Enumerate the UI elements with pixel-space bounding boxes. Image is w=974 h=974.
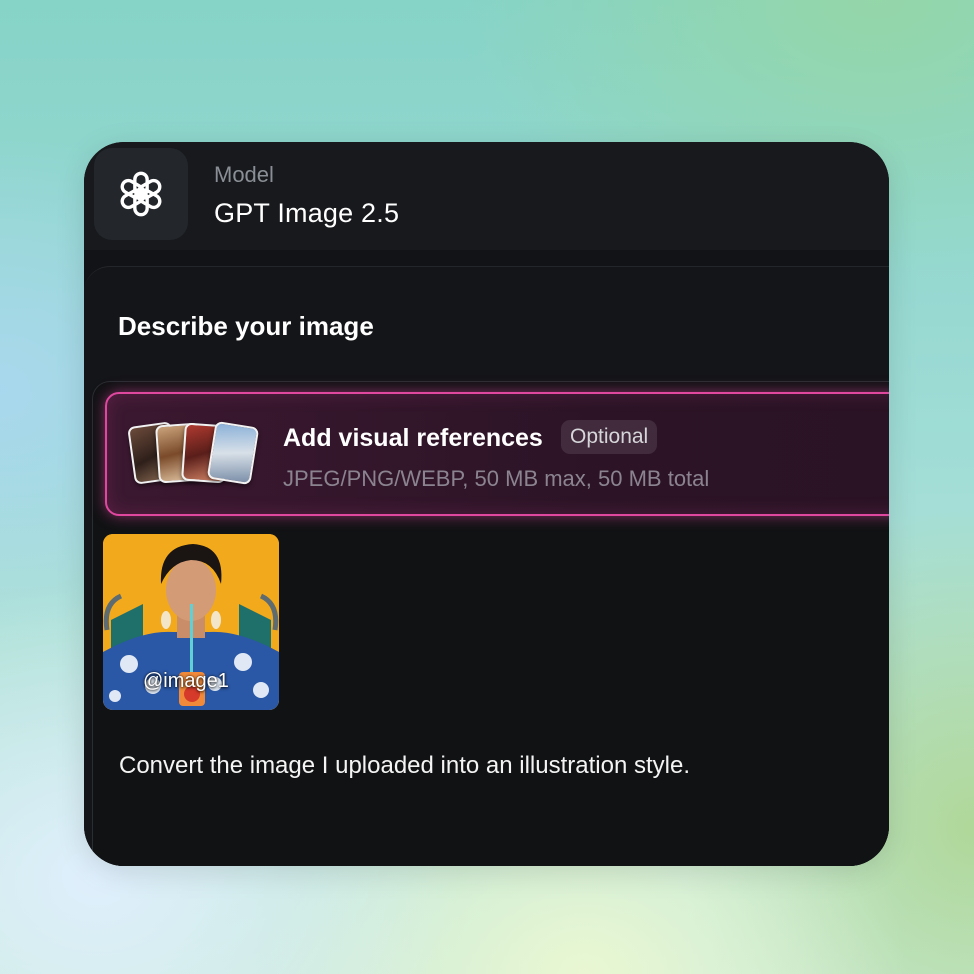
- reference-thumbnails: [127, 420, 271, 486]
- prompt-box: Add visual references Optional JPEG/PNG/…: [92, 381, 889, 866]
- prompt-panel: Describe your image Add visual reference…: [84, 266, 889, 866]
- model-header[interactable]: Model GPT Image 2.5: [84, 142, 889, 250]
- model-label: Model: [214, 162, 274, 187]
- optional-badge: Optional: [561, 420, 658, 454]
- openai-logo-icon: [94, 148, 188, 240]
- model-card: Model GPT Image 2.5 Describe your image …: [84, 142, 889, 866]
- reference-thumbnail-4: [206, 420, 260, 486]
- references-subtitle: JPEG/PNG/WEBP, 50 MB max, 50 MB total: [283, 466, 710, 491]
- model-name: GPT Image 2.5: [214, 198, 400, 228]
- uploaded-image-thumbnail[interactable]: @image1: [103, 534, 279, 710]
- section-title: Describe your image: [118, 311, 374, 341]
- image-tag: @image1: [143, 670, 229, 692]
- add-visual-references-button[interactable]: Add visual references Optional JPEG/PNG/…: [105, 392, 889, 516]
- references-title: Add visual references: [283, 424, 543, 452]
- prompt-input[interactable]: Convert the image I uploaded into an ill…: [119, 752, 690, 780]
